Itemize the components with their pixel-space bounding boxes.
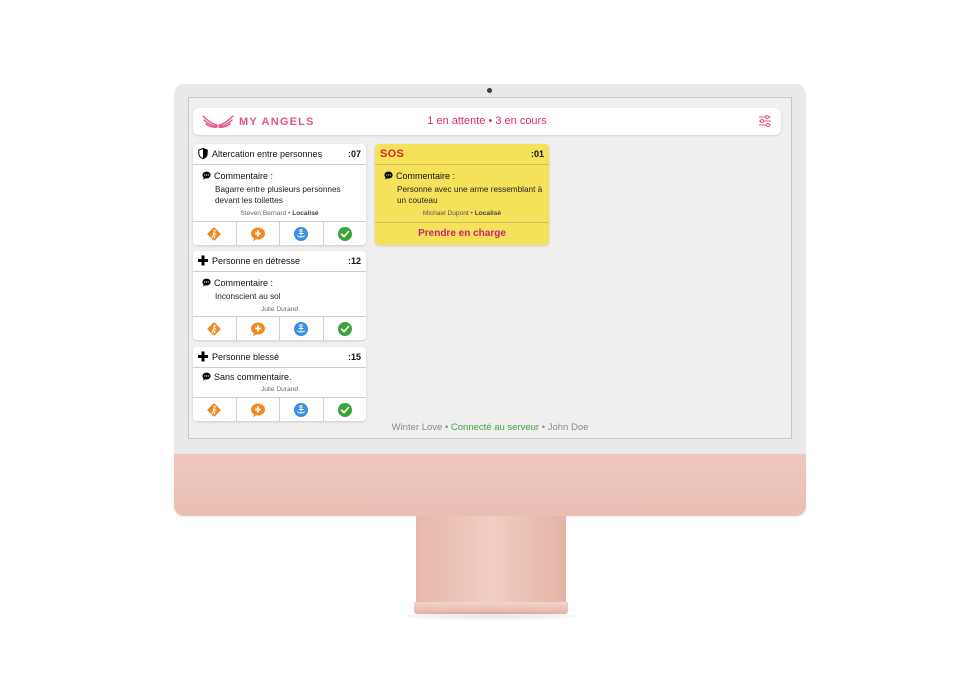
comment-label: Sans commentaire.: [214, 372, 292, 382]
medical-help-icon: [250, 403, 265, 417]
camera-dot: [487, 88, 492, 93]
located-status: Localisé: [474, 210, 502, 217]
medical-help-button[interactable]: [237, 317, 280, 340]
alert-actions: [193, 397, 366, 421]
alert-card-header: Personne en détresse :12: [193, 251, 366, 272]
comment-bubble-icon: [202, 278, 211, 287]
alert-card[interactable]: Personne blessé :15 Sans commentaire. Ju…: [193, 347, 366, 421]
anchor-icon: [294, 226, 309, 241]
comment-label: Commentaire :: [396, 171, 456, 181]
event-name: Winter Love: [391, 422, 443, 433]
resolve-button[interactable]: [324, 317, 367, 340]
sos-card-header: SOS :01: [375, 144, 549, 165]
check-icon: [337, 321, 352, 336]
alert-status-summary: 1 en attente • 3 en cours: [427, 115, 547, 127]
author-name: Julie Durand: [260, 386, 299, 393]
alert-actions: [193, 316, 366, 340]
alert-card-header: Altercation entre personnes :07: [193, 144, 366, 165]
sliders-icon[interactable]: [758, 114, 772, 128]
sos-label: SOS: [380, 148, 405, 160]
alert-card[interactable]: Personne en détresse :12 Commentaire : I…: [193, 251, 366, 340]
author-name: Michael Dupont: [422, 210, 469, 217]
sos-alert-card[interactable]: SOS :01 Commentaire : Personne avec une …: [375, 144, 549, 245]
author-name: Julie Durand: [260, 306, 299, 313]
alert-author: Julie Durand: [193, 306, 366, 313]
alert-title: Personne blessé: [212, 352, 280, 362]
anchor-button[interactable]: [280, 398, 324, 421]
anchor-icon: [294, 321, 309, 336]
connection-status: Connecté au serveur: [450, 422, 540, 433]
check-icon: [337, 402, 352, 417]
medical-cross-icon: [198, 255, 208, 266]
directions-icon: [207, 322, 221, 335]
alert-elapsed-time: :12: [347, 256, 361, 266]
alert-title: Personne en détresse: [212, 256, 301, 266]
medical-help-icon: [250, 322, 265, 336]
app-screen: MY ANGELS 1 en attente • 3 en cours Alte…: [188, 97, 792, 439]
author-name: Steven Bernard: [240, 210, 287, 217]
imac-chin: [174, 454, 806, 516]
alert-elapsed-time: :07: [347, 149, 361, 159]
imac-stand: [416, 516, 566, 604]
directions-icon: [207, 403, 221, 416]
medical-help-button[interactable]: [237, 222, 280, 245]
alert-actions: [193, 221, 366, 245]
alert-elapsed-time: :15: [347, 352, 361, 362]
alert-card-header: Personne blessé :15: [193, 347, 366, 368]
stand-shadow: [404, 612, 578, 620]
medical-help-button[interactable]: [237, 398, 280, 421]
medical-cross-icon: [198, 351, 208, 362]
directions-button[interactable]: [193, 317, 237, 340]
alert-elapsed-time: :01: [530, 149, 544, 159]
resolve-button[interactable]: [324, 222, 367, 245]
user-name: John Doe: [547, 422, 589, 433]
app-header: MY ANGELS 1 en attente • 3 en cours: [193, 108, 781, 135]
comment-text: Bagarre entre plusieurs personnes devant…: [215, 185, 341, 205]
separator: •: [541, 422, 546, 433]
anchor-button[interactable]: [280, 317, 324, 340]
directions-icon: [207, 227, 221, 240]
located-status: Localisé: [292, 210, 319, 217]
take-charge-button[interactable]: Prendre en charge: [375, 222, 549, 245]
comment-bubble-icon: [384, 171, 393, 180]
check-icon: [337, 226, 352, 241]
alert-author: Julie Durand: [193, 386, 366, 393]
comment-label: Commentaire :: [214, 278, 274, 288]
status-footer: Winter Love • Connecté au serveur • John…: [189, 422, 791, 433]
anchor-button[interactable]: [280, 222, 324, 245]
comment-bubble-icon: [202, 372, 211, 381]
alert-card[interactable]: Altercation entre personnes :07 Commenta…: [193, 144, 366, 245]
comment-label: Commentaire :: [214, 171, 274, 181]
medical-help-icon: [250, 227, 265, 241]
resolve-button[interactable]: [324, 398, 367, 421]
separator: •: [444, 422, 449, 433]
comment-bubble-icon: [202, 171, 211, 180]
alert-title: Altercation entre personnes: [212, 149, 323, 159]
comment-text: Inconscient au sol: [215, 292, 281, 301]
comment-text: Personne avec une arme ressemblant à un …: [397, 185, 543, 205]
alert-author: Steven Bernard • Localisé: [240, 210, 319, 217]
alert-author: Michael Dupont • Localisé: [422, 210, 502, 217]
anchor-icon: [294, 402, 309, 417]
shield-icon: [198, 148, 208, 159]
directions-button[interactable]: [193, 398, 237, 421]
directions-button[interactable]: [193, 222, 237, 245]
